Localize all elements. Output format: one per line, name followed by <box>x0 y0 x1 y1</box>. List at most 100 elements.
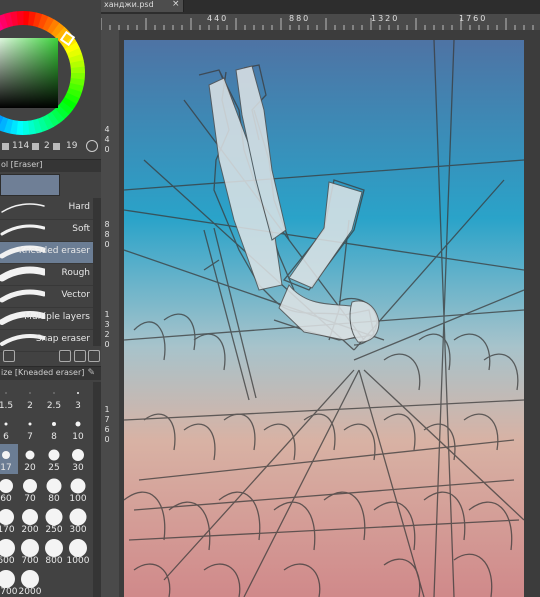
brush-size-option[interactable]: 1000 <box>66 537 90 567</box>
brush-size-option[interactable]: 3 <box>66 382 90 412</box>
brush-size-option[interactable]: 7 <box>18 413 42 443</box>
brush-size-title: ize [Kneaded eraser] <box>1 368 85 377</box>
left-panel: 114 2 19 ol [Eraser] Hard Soft Kneaded era… <box>0 0 101 597</box>
panel-icon-row <box>0 348 101 364</box>
brush-item[interactable]: Multiple layers <box>0 308 93 330</box>
brush-size-option[interactable]: 250 <box>42 506 66 536</box>
brush-label: Rough <box>61 268 90 278</box>
document-tab-title: ханджи.psd <box>104 0 154 9</box>
brush-size-label: 10 <box>72 432 84 442</box>
duplicate-icon[interactable] <box>74 350 86 362</box>
ruler-ticks <box>101 18 534 30</box>
brush-label: Soft <box>72 224 90 234</box>
brush-item[interactable]: Hard <box>0 198 93 220</box>
brush-size-dot <box>72 449 84 461</box>
brush-size-option[interactable]: 8 <box>42 413 66 443</box>
brush-size-option[interactable]: 20 <box>18 444 42 474</box>
brush-size-option[interactable]: 300 <box>66 506 90 536</box>
brush-list-scrollbar[interactable] <box>93 198 101 346</box>
color-history-icon[interactable] <box>86 140 98 152</box>
brush-size-label: 80 <box>48 494 60 504</box>
brush-size-label: 1700 <box>0 587 18 597</box>
left-ruler: 440 880 1320 1760 <box>101 30 120 597</box>
color-wheel[interactable] <box>0 8 88 138</box>
brush-label: Snap eraser <box>35 334 90 344</box>
brush-size-dot <box>29 392 31 394</box>
pencil-icon[interactable]: ✎ <box>87 368 95 378</box>
brush-size-option[interactable]: 1700 <box>0 568 18 597</box>
brush-stroke-preview-icon <box>0 224 45 236</box>
brush-size-option[interactable]: 80 <box>42 475 66 505</box>
brush-size-option[interactable]: 10 <box>66 413 90 443</box>
brush-size-option[interactable]: 200 <box>18 506 42 536</box>
brush-size-option[interactable]: 25 <box>42 444 66 474</box>
brush-size-label: 800 <box>45 556 63 566</box>
brush-size-option[interactable]: 1.5 <box>0 382 18 412</box>
brush-size-dot <box>77 392 79 394</box>
brush-size-dot <box>0 479 13 493</box>
tool-property-title: ol [Eraser] <box>1 160 43 169</box>
brush-size-dot <box>52 422 56 426</box>
ruler-label: 1760 <box>104 405 110 444</box>
brush-size-label: 2 <box>27 401 33 411</box>
brush-size-label: 300 <box>69 525 87 535</box>
brush-size-label: 70 <box>24 494 36 504</box>
brush-size-label: 700 <box>21 556 39 566</box>
brush-size-option[interactable]: 6 <box>0 413 18 443</box>
brush-size-label: 6 <box>3 432 9 442</box>
brush-size-dot <box>21 570 39 588</box>
brush-size-option[interactable]: 60 <box>0 475 18 505</box>
color-chip-icon <box>53 143 60 150</box>
document-tab[interactable]: ханджи.psd × <box>101 0 184 12</box>
brush-item[interactable]: Vector <box>0 286 93 308</box>
brush-size-option[interactable]: 30 <box>66 444 90 474</box>
color-readout: 114 2 19 <box>0 139 101 155</box>
brush-size-dot <box>0 509 14 525</box>
ruler-label: 880 <box>104 220 110 249</box>
brush-item[interactable]: Kneaded eraser <box>0 242 93 264</box>
brush-size-option[interactable]: 100 <box>66 475 90 505</box>
color-value-1: 114 <box>12 141 30 151</box>
drawing-canvas[interactable] <box>124 40 524 597</box>
color-chip-icon <box>2 143 9 150</box>
color-chip-icon <box>32 143 39 150</box>
brush-item[interactable]: Soft <box>0 220 93 242</box>
brush-stroke-preview-icon <box>1 203 45 213</box>
trash-icon[interactable] <box>88 350 100 362</box>
brush-size-option[interactable]: 70 <box>18 475 42 505</box>
brush-size-option[interactable]: 2000 <box>18 568 42 597</box>
ruler-label: 1320 <box>104 310 110 349</box>
brush-size-label: 600 <box>0 556 15 566</box>
brush-size-dot <box>70 478 86 494</box>
import-icon[interactable] <box>59 350 71 362</box>
brush-size-option[interactable]: 2.5 <box>42 382 66 412</box>
brush-size-label: 1000 <box>66 556 90 566</box>
close-icon[interactable]: × <box>172 0 180 9</box>
brush-size-dot <box>23 479 37 493</box>
color-swatch[interactable] <box>0 174 60 196</box>
brush-size-dot <box>75 421 81 427</box>
color-value-2: 2 <box>44 141 50 151</box>
brush-size-label: 8 <box>51 432 57 442</box>
brush-size-dot <box>4 422 8 426</box>
settings-icon[interactable] <box>3 350 15 362</box>
brush-item[interactable]: Rough <box>0 264 93 286</box>
tool-property-header: ol [Eraser] <box>0 159 101 172</box>
brush-size-option[interactable]: 600 <box>0 537 18 567</box>
brush-size-dot <box>0 539 15 557</box>
brush-size-option[interactable]: 170 <box>0 506 18 536</box>
brush-size-scrollbar[interactable] <box>93 382 101 597</box>
brush-size-dot <box>69 539 87 557</box>
brush-size-option[interactable]: 17 <box>0 444 18 474</box>
brush-size-label: 170 <box>0 525 15 535</box>
brush-size-option[interactable]: 700 <box>18 537 42 567</box>
brush-size-option[interactable]: 2 <box>18 382 42 412</box>
brush-size-dot <box>69 508 87 526</box>
brush-size-dot <box>48 449 60 461</box>
brush-size-label: 250 <box>45 525 63 535</box>
top-ruler: 440 880 1320 1760 <box>101 14 540 31</box>
brush-list: Hard Soft Kneaded eraser Rough Vector Multipl… <box>0 198 93 352</box>
brush-size-label: 7 <box>27 432 33 442</box>
brush-size-option[interactable]: 800 <box>42 537 66 567</box>
brush-size-header: ize [Kneaded eraser] ✎ <box>0 366 101 380</box>
